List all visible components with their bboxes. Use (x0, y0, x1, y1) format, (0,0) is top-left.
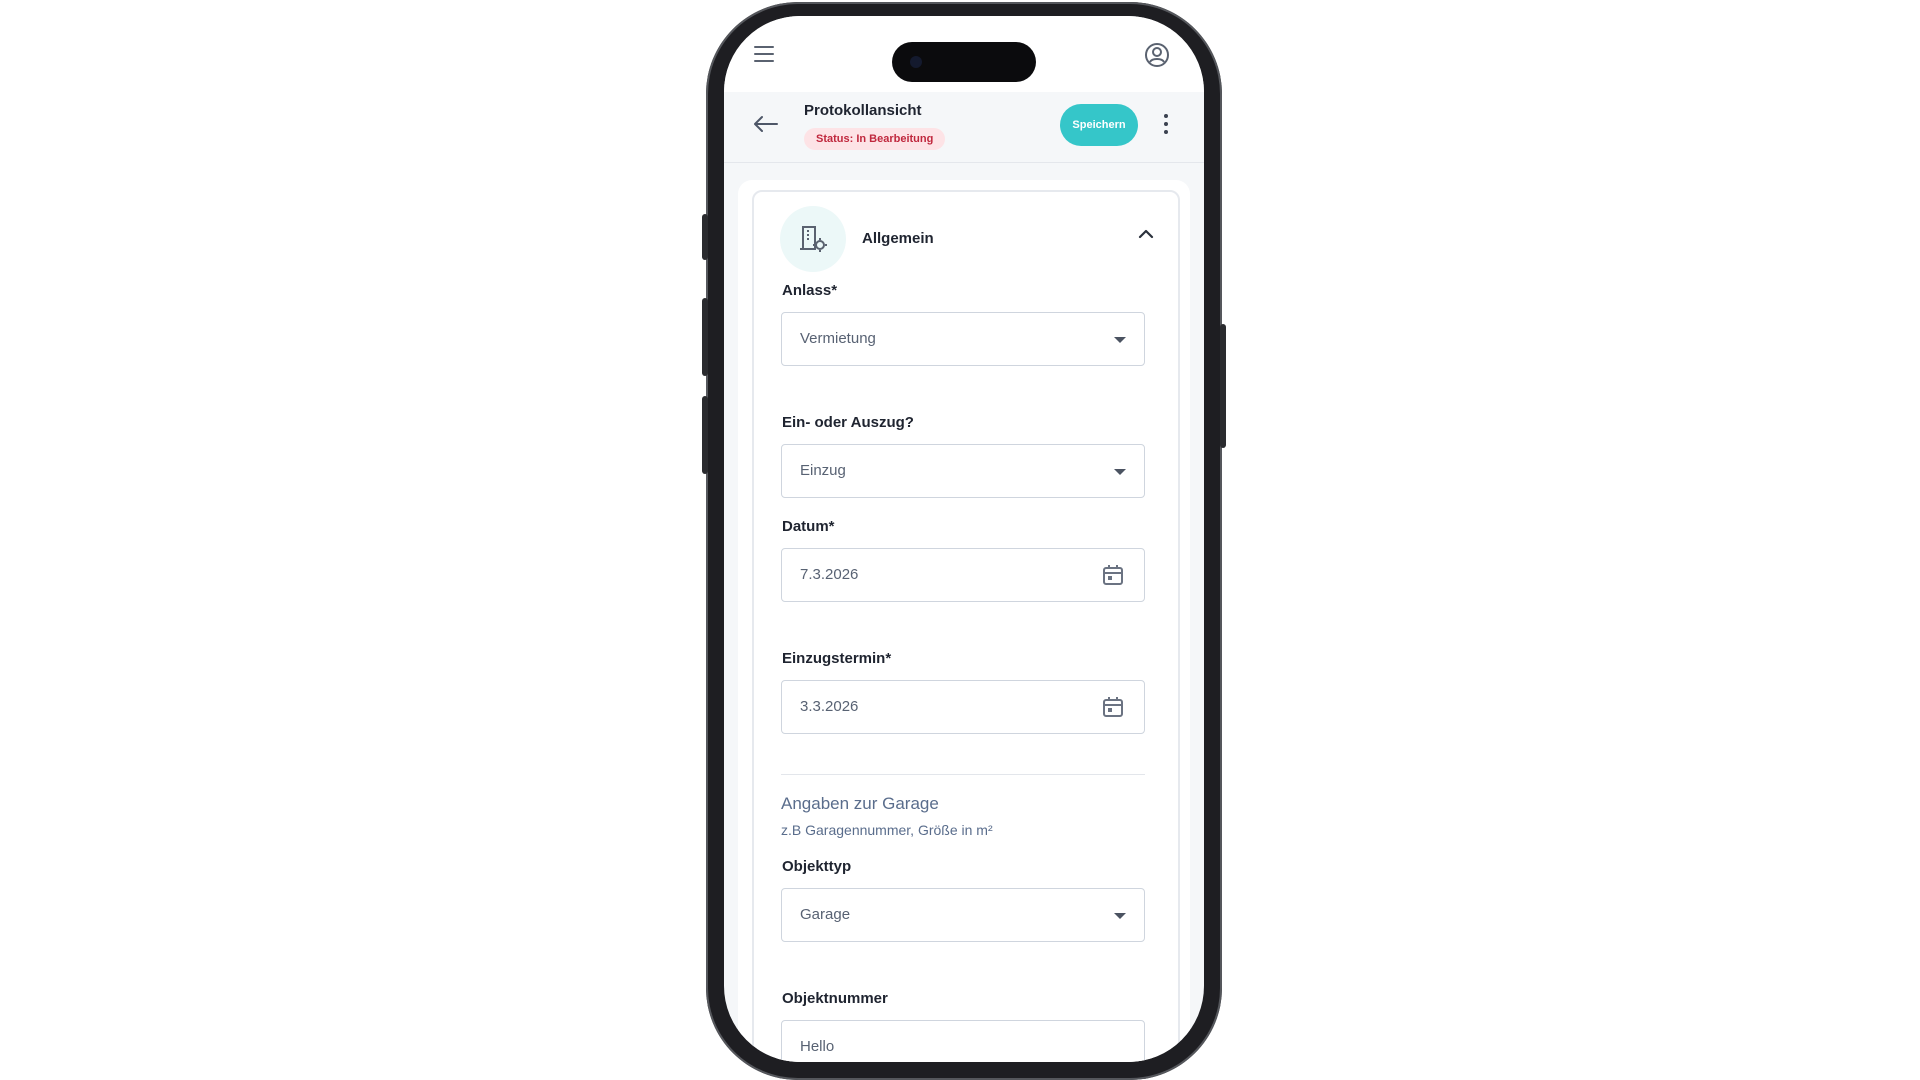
top-app-bar (724, 16, 1204, 93)
calendar-icon[interactable] (1102, 564, 1124, 586)
form-card: Allgemein Anlass* Vermietung Ein- oder A… (738, 180, 1190, 1062)
einzugstermin-date-field[interactable]: 3.3.2026 (781, 680, 1145, 734)
objekttyp-select[interactable]: Garage (781, 888, 1145, 942)
objektnummer-label: Objektnummer (782, 990, 888, 1007)
caret-down-icon (1114, 337, 1126, 343)
einzugstermin-value: 3.3.2026 (800, 698, 859, 715)
app-screen: Protokollansicht Status: In Bearbeitung … (724, 16, 1204, 1062)
page-header: Protokollansicht Status: In Bearbeitung … (724, 92, 1204, 163)
section-divider (781, 774, 1145, 775)
front-camera (910, 56, 922, 68)
anlass-value: Vermietung (800, 330, 876, 347)
account-circle-icon[interactable] (1144, 42, 1170, 68)
objekttyp-value: Garage (800, 906, 851, 923)
more-vertical-icon[interactable] (1162, 114, 1170, 136)
ein-auszug-label: Ein- oder Auszug? (782, 414, 914, 431)
datum-value: 7.3.2026 (800, 566, 859, 583)
anlass-select[interactable]: Vermietung (781, 312, 1145, 366)
building-settings-icon (800, 226, 827, 252)
save-button[interactable]: Speichern (1060, 104, 1138, 146)
garage-heading: Angaben zur Garage (781, 794, 939, 813)
phone-volume-down-button (702, 396, 708, 474)
caret-down-icon (1114, 469, 1126, 475)
ein-auszug-select[interactable]: Einzug (781, 444, 1145, 498)
status-badge: Status: In Bearbeitung (804, 128, 946, 150)
section-title: Allgemein (862, 230, 934, 247)
arrow-back-icon[interactable] (752, 114, 778, 134)
phone-power-button (1220, 324, 1226, 448)
dynamic-island (892, 42, 1036, 82)
objektnummer-value: Hello (800, 1038, 835, 1055)
objektnummer-input[interactable]: Hello (781, 1020, 1145, 1062)
objekttyp-label: Objekttyp (782, 858, 852, 875)
section-allgemein: Allgemein Anlass* Vermietung Ein- oder A… (752, 190, 1180, 1062)
einzugstermin-label: Einzugstermin* (782, 650, 892, 667)
garage-subtitle: z.B Garagennummer, Größe in m² (781, 822, 993, 838)
phone-volume-up-button (702, 298, 708, 376)
section-icon-wrapper (780, 206, 846, 272)
anlass-label: Anlass* (782, 282, 838, 299)
hamburger-menu-icon[interactable] (754, 46, 776, 64)
ein-auszug-value: Einzug (800, 462, 846, 479)
datum-date-field[interactable]: 7.3.2026 (781, 548, 1145, 602)
caret-down-icon (1114, 913, 1126, 919)
chevron-up-icon[interactable] (1138, 228, 1154, 240)
calendar-icon[interactable] (1102, 696, 1124, 718)
datum-label: Datum* (782, 518, 835, 535)
phone-action-button (702, 214, 708, 260)
page-title: Protokollansicht (804, 102, 922, 119)
